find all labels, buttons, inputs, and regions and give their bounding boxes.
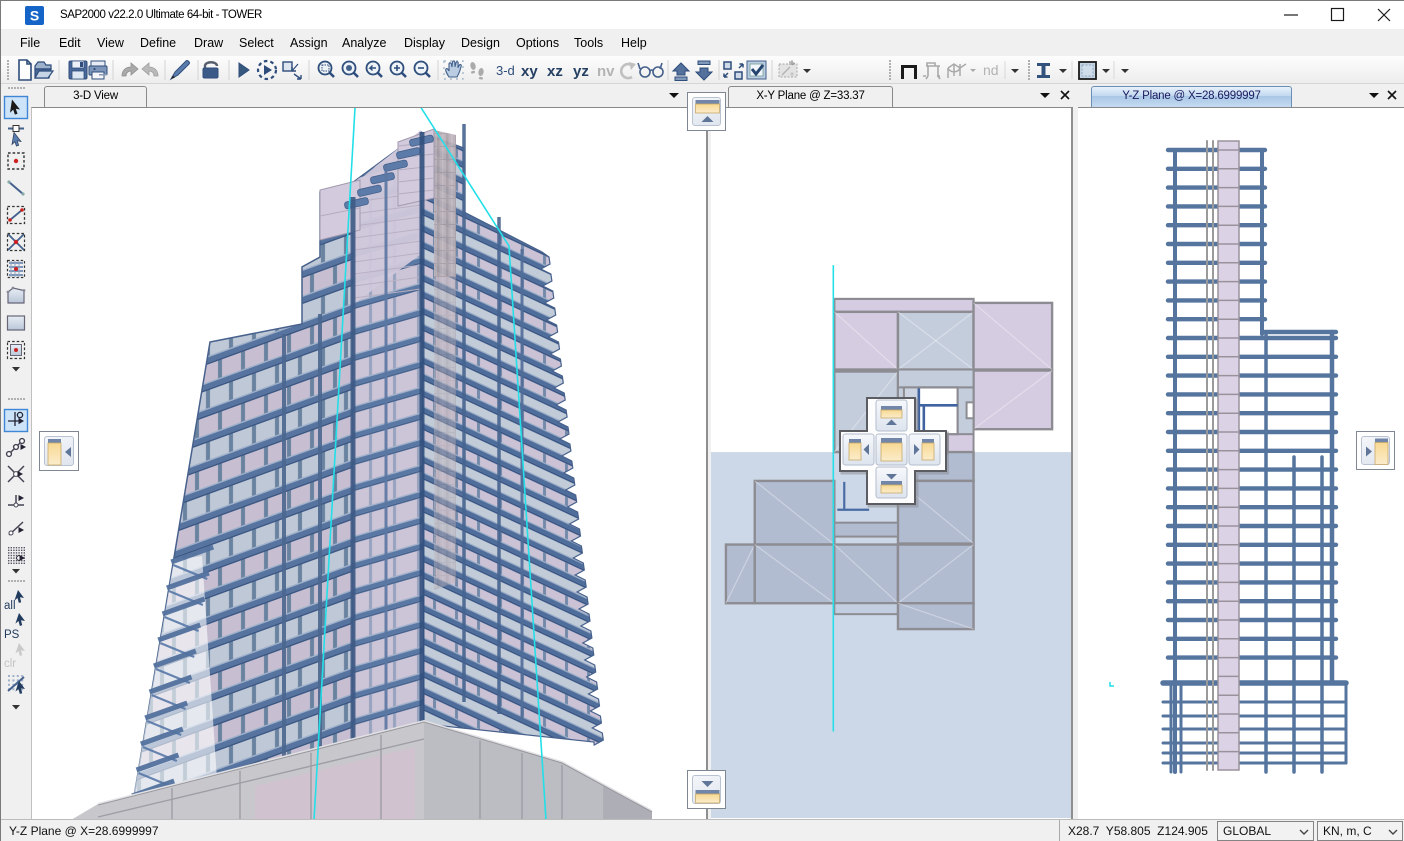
svg-text:xy: xy xyxy=(521,63,538,80)
svg-text:xz: xz xyxy=(547,63,563,80)
svg-text:yz: yz xyxy=(573,63,589,80)
svg-text:S: S xyxy=(30,8,39,24)
svg-text:clr: clr xyxy=(4,658,16,670)
svg-text:all: all xyxy=(4,600,16,612)
svg-text:PS: PS xyxy=(4,629,20,641)
svg-text:3-d: 3-d xyxy=(496,63,515,78)
svg-text:nv: nv xyxy=(597,63,615,80)
svg-text:nd: nd xyxy=(983,62,999,78)
